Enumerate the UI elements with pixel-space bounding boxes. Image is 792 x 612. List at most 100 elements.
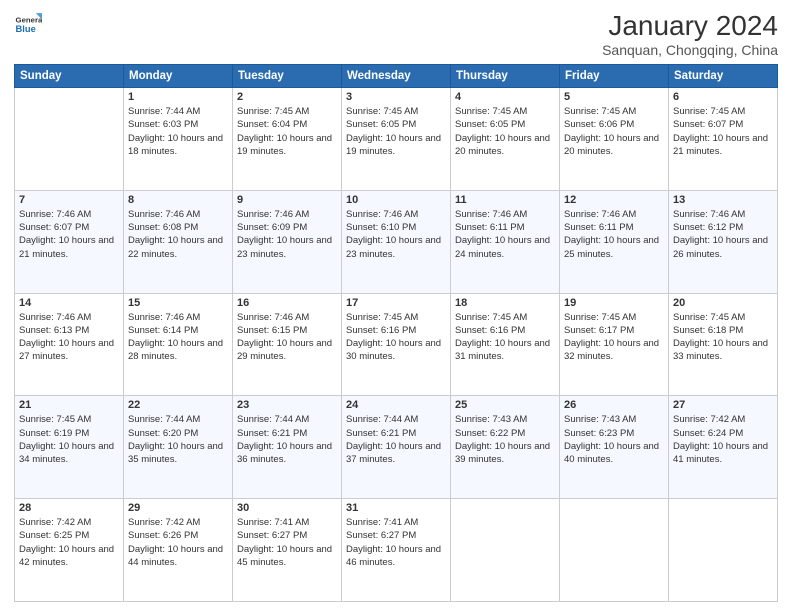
day-number: 3	[346, 91, 446, 103]
day-cell: 14 Sunrise: 7:46 AMSunset: 6:13 PMDayligh…	[15, 293, 124, 396]
day-number: 8	[128, 194, 228, 206]
day-number: 23	[237, 399, 337, 411]
day-info: Sunrise: 7:44 AMSunset: 6:03 PMDaylight:…	[128, 105, 228, 158]
title-area: January 2024 Sanquan, Chongqing, China	[602, 10, 778, 58]
day-number: 27	[673, 399, 773, 411]
day-number: 24	[346, 399, 446, 411]
day-info: Sunrise: 7:45 AMSunset: 6:16 PMDaylight:…	[455, 311, 555, 364]
day-cell: 11 Sunrise: 7:46 AMSunset: 6:11 PMDayligh…	[451, 190, 560, 293]
day-info: Sunrise: 7:45 AMSunset: 6:04 PMDaylight:…	[237, 105, 337, 158]
day-cell: 13 Sunrise: 7:46 AMSunset: 6:12 PMDayligh…	[669, 190, 778, 293]
header: General Blue January 2024 Sanquan, Chong…	[14, 10, 778, 58]
day-number: 6	[673, 91, 773, 103]
day-info: Sunrise: 7:44 AMSunset: 6:21 PMDaylight:…	[346, 413, 446, 466]
day-cell	[451, 499, 560, 602]
day-number: 14	[19, 297, 119, 309]
day-info: Sunrise: 7:45 AMSunset: 6:07 PMDaylight:…	[673, 105, 773, 158]
logo-icon: General Blue	[14, 10, 42, 38]
day-info: Sunrise: 7:41 AMSunset: 6:27 PMDaylight:…	[346, 516, 446, 569]
day-number: 10	[346, 194, 446, 206]
day-info: Sunrise: 7:46 AMSunset: 6:11 PMDaylight:…	[564, 208, 664, 261]
column-header-wednesday: Wednesday	[342, 65, 451, 88]
day-info: Sunrise: 7:45 AMSunset: 6:06 PMDaylight:…	[564, 105, 664, 158]
day-info: Sunrise: 7:45 AMSunset: 6:05 PMDaylight:…	[455, 105, 555, 158]
day-number: 28	[19, 502, 119, 514]
day-info: Sunrise: 7:46 AMSunset: 6:14 PMDaylight:…	[128, 311, 228, 364]
day-info: Sunrise: 7:44 AMSunset: 6:20 PMDaylight:…	[128, 413, 228, 466]
day-info: Sunrise: 7:43 AMSunset: 6:22 PMDaylight:…	[455, 413, 555, 466]
day-cell: 18Sunrise: 7:45 AMSunset: 6:16 PMDayligh…	[451, 293, 560, 396]
day-info: Sunrise: 7:46 AMSunset: 6:13 PMDaylight:…	[19, 311, 119, 364]
day-cell: 27Sunrise: 7:42 AMSunset: 6:24 PMDayligh…	[669, 396, 778, 499]
day-cell: 4 Sunrise: 7:45 AMSunset: 6:05 PMDaylight…	[451, 88, 560, 191]
day-cell	[560, 499, 669, 602]
day-cell: 2 Sunrise: 7:45 AMSunset: 6:04 PMDaylight…	[233, 88, 342, 191]
day-info: Sunrise: 7:46 AMSunset: 6:11 PMDaylight:…	[455, 208, 555, 261]
day-info: Sunrise: 7:46 AMSunset: 6:15 PMDaylight:…	[237, 311, 337, 364]
svg-text:Blue: Blue	[16, 24, 36, 34]
day-cell: 22Sunrise: 7:44 AMSunset: 6:20 PMDayligh…	[124, 396, 233, 499]
week-row-4: 21 Sunrise: 7:45 AMSunset: 6:19 PMDayligh…	[15, 396, 778, 499]
day-cell: 15 Sunrise: 7:46 AMSunset: 6:14 PMDayligh…	[124, 293, 233, 396]
day-cell: 23 Sunrise: 7:44 AMSunset: 6:21 PMDayligh…	[233, 396, 342, 499]
day-cell: 6 Sunrise: 7:45 AMSunset: 6:07 PMDaylight…	[669, 88, 778, 191]
day-cell	[669, 499, 778, 602]
logo: General Blue	[14, 10, 42, 38]
calendar-table: SundayMondayTuesdayWednesdayThursdayFrid…	[14, 64, 778, 602]
day-cell: 5Sunrise: 7:45 AMSunset: 6:06 PMDaylight…	[560, 88, 669, 191]
day-number: 30	[237, 502, 337, 514]
column-header-saturday: Saturday	[669, 65, 778, 88]
day-cell	[15, 88, 124, 191]
day-info: Sunrise: 7:46 AMSunset: 6:07 PMDaylight:…	[19, 208, 119, 261]
day-cell: 31Sunrise: 7:41 AMSunset: 6:27 PMDayligh…	[342, 499, 451, 602]
day-info: Sunrise: 7:44 AMSunset: 6:21 PMDaylight:…	[237, 413, 337, 466]
column-header-monday: Monday	[124, 65, 233, 88]
day-cell: 20 Sunrise: 7:45 AMSunset: 6:18 PMDayligh…	[669, 293, 778, 396]
day-cell: 19Sunrise: 7:45 AMSunset: 6:17 PMDayligh…	[560, 293, 669, 396]
day-info: Sunrise: 7:45 AMSunset: 6:17 PMDaylight:…	[564, 311, 664, 364]
column-header-sunday: Sunday	[15, 65, 124, 88]
column-header-thursday: Thursday	[451, 65, 560, 88]
day-cell: 10 Sunrise: 7:46 AMSunset: 6:10 PMDayligh…	[342, 190, 451, 293]
day-info: Sunrise: 7:45 AMSunset: 6:16 PMDaylight:…	[346, 311, 446, 364]
day-number: 7	[19, 194, 119, 206]
day-info: Sunrise: 7:42 AMSunset: 6:26 PMDaylight:…	[128, 516, 228, 569]
day-cell: 24 Sunrise: 7:44 AMSunset: 6:21 PMDayligh…	[342, 396, 451, 499]
day-info: Sunrise: 7:46 AMSunset: 6:12 PMDaylight:…	[673, 208, 773, 261]
day-number: 15	[128, 297, 228, 309]
day-cell: 9Sunrise: 7:46 AMSunset: 6:09 PMDaylight…	[233, 190, 342, 293]
day-number: 16	[237, 297, 337, 309]
column-header-friday: Friday	[560, 65, 669, 88]
day-number: 25	[455, 399, 555, 411]
day-number: 4	[455, 91, 555, 103]
day-number: 2	[237, 91, 337, 103]
calendar-page: General Blue January 2024 Sanquan, Chong…	[0, 0, 792, 612]
day-number: 20	[673, 297, 773, 309]
day-cell: 1Sunrise: 7:44 AMSunset: 6:03 PMDaylight…	[124, 88, 233, 191]
day-cell: 3 Sunrise: 7:45 AMSunset: 6:05 PMDaylight…	[342, 88, 451, 191]
day-cell: 7 Sunrise: 7:46 AMSunset: 6:07 PMDaylight…	[15, 190, 124, 293]
day-info: Sunrise: 7:42 AMSunset: 6:25 PMDaylight:…	[19, 516, 119, 569]
day-info: Sunrise: 7:46 AMSunset: 6:08 PMDaylight:…	[128, 208, 228, 261]
day-info: Sunrise: 7:45 AMSunset: 6:19 PMDaylight:…	[19, 413, 119, 466]
day-info: Sunrise: 7:43 AMSunset: 6:23 PMDaylight:…	[564, 413, 664, 466]
day-info: Sunrise: 7:45 AMSunset: 6:05 PMDaylight:…	[346, 105, 446, 158]
day-cell: 26 Sunrise: 7:43 AMSunset: 6:23 PMDayligh…	[560, 396, 669, 499]
main-title: January 2024	[602, 10, 778, 42]
day-cell: 8 Sunrise: 7:46 AMSunset: 6:08 PMDaylight…	[124, 190, 233, 293]
day-cell: 30Sunrise: 7:41 AMSunset: 6:27 PMDayligh…	[233, 499, 342, 602]
day-number: 21	[19, 399, 119, 411]
week-row-3: 14 Sunrise: 7:46 AMSunset: 6:13 PMDayligh…	[15, 293, 778, 396]
day-info: Sunrise: 7:45 AMSunset: 6:18 PMDaylight:…	[673, 311, 773, 364]
day-number: 13	[673, 194, 773, 206]
week-row-2: 7 Sunrise: 7:46 AMSunset: 6:07 PMDaylight…	[15, 190, 778, 293]
day-info: Sunrise: 7:46 AMSunset: 6:10 PMDaylight:…	[346, 208, 446, 261]
day-number: 17	[346, 297, 446, 309]
day-cell: 21 Sunrise: 7:45 AMSunset: 6:19 PMDayligh…	[15, 396, 124, 499]
day-number: 9	[237, 194, 337, 206]
day-cell: 12 Sunrise: 7:46 AMSunset: 6:11 PMDayligh…	[560, 190, 669, 293]
week-row-1: 1Sunrise: 7:44 AMSunset: 6:03 PMDaylight…	[15, 88, 778, 191]
day-number: 12	[564, 194, 664, 206]
day-number: 11	[455, 194, 555, 206]
day-number: 26	[564, 399, 664, 411]
